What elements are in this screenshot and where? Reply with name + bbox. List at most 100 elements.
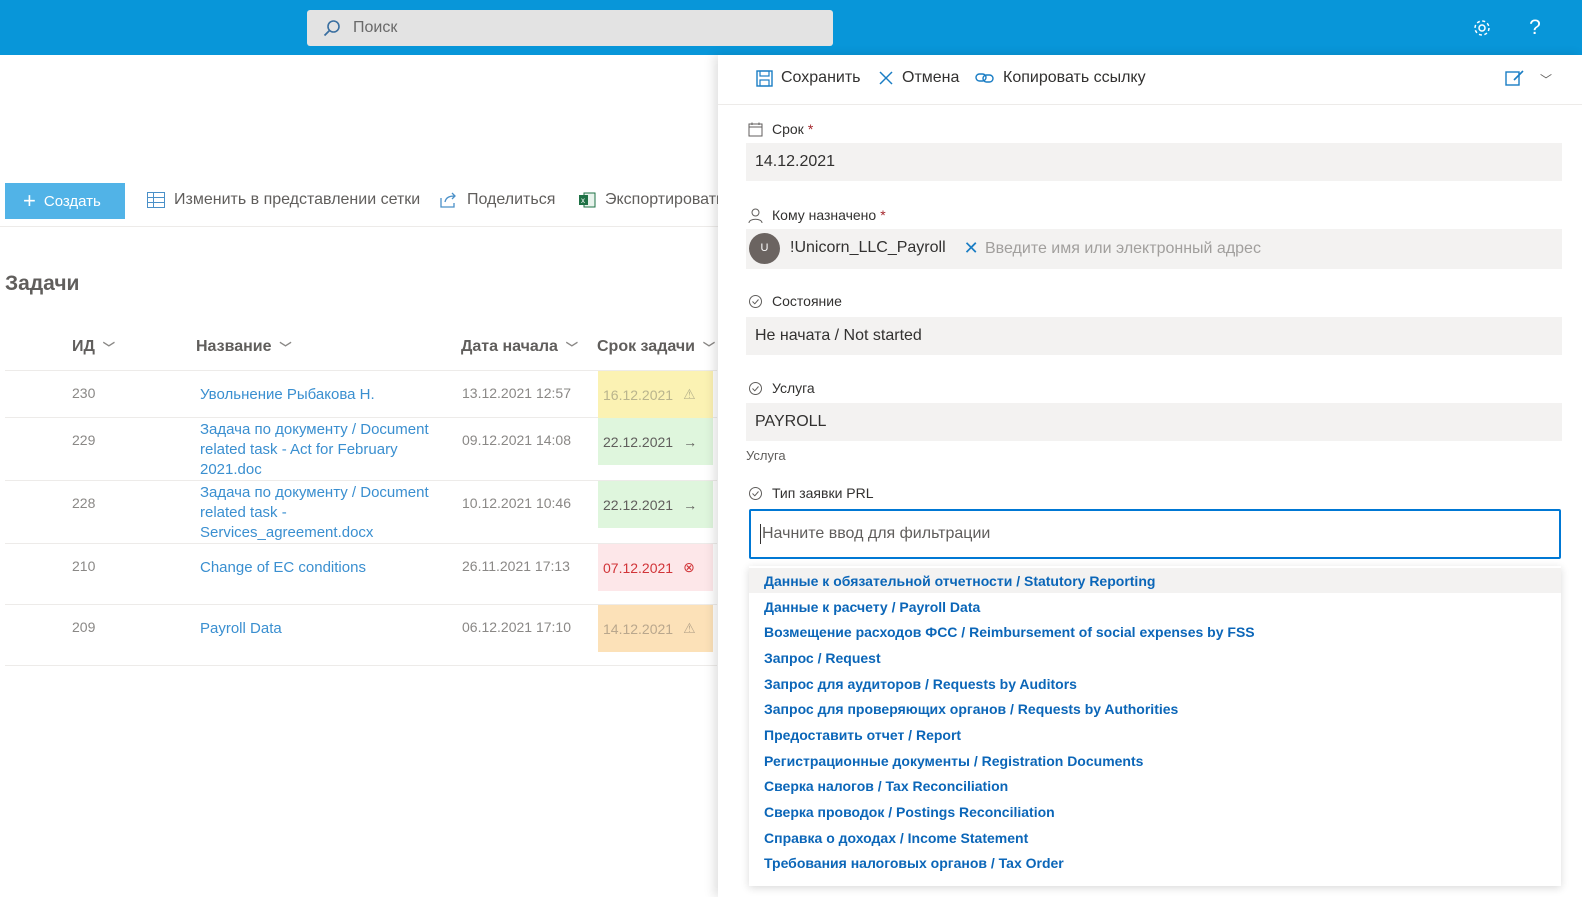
row-due-date: 22.12.2021 → xyxy=(598,481,713,528)
column-header-name[interactable]: Название ﹀ xyxy=(196,338,292,356)
arrow-right-icon: → xyxy=(683,433,698,450)
search-icon xyxy=(323,20,340,37)
grid-icon xyxy=(147,192,165,208)
status-field-label: Состояние xyxy=(748,293,842,309)
person-icon xyxy=(748,208,763,223)
request-type-label-text: Тип заявки PRL xyxy=(772,485,874,501)
excel-icon: x xyxy=(579,192,596,208)
row-id: 229 xyxy=(72,432,96,448)
save-label: Сохранить xyxy=(781,69,861,86)
table-row[interactable]: 209 Payroll Data 06.12.2021 17:10 14.12.… xyxy=(5,605,717,666)
dropdown-option[interactable]: Требования налоговых органов / Tax Order xyxy=(749,850,1561,875)
request-type-dropdown: Данные к обязательной отчетности / Statu… xyxy=(749,566,1561,886)
due-date-field[interactable]: 14.12.2021 xyxy=(746,143,1562,181)
column-header-start[interactable]: Дата начала ﹀ xyxy=(461,338,578,356)
assigned-persona[interactable]: U !Unicorn_LLC_Payroll ✕ xyxy=(749,231,979,265)
table-row[interactable]: 228 Задача по документу / Document relat… xyxy=(5,481,717,544)
row-id: 210 xyxy=(72,558,96,574)
gear-icon[interactable] xyxy=(1468,14,1496,42)
text-caret xyxy=(760,524,761,544)
service-field-label: Услуга xyxy=(748,380,815,396)
edit-panel: Сохранить Отмена Копировать ссылку ﹀ Сро… xyxy=(718,55,1582,897)
row-title-link[interactable]: Задача по документу / Document related t… xyxy=(200,483,440,543)
row-start-date: 26.11.2021 17:13 xyxy=(462,558,570,574)
row-due-value: 22.12.2021 xyxy=(603,433,674,450)
row-start-date: 06.12.2021 17:10 xyxy=(462,619,571,635)
row-due-value: 16.12.2021 xyxy=(603,386,674,403)
row-due-date: 16.12.2021 ⚠ xyxy=(598,371,713,418)
arrow-right-icon: → xyxy=(683,496,698,513)
dropdown-option[interactable]: Возмещение расходов ФСС / Reimbursement … xyxy=(749,619,1561,644)
dropdown-option[interactable]: Данные к расчету / Payroll Data xyxy=(749,594,1561,619)
persona-name: !Unicorn_LLC_Payroll xyxy=(790,239,946,256)
copy-link-button[interactable]: Копировать ссылку xyxy=(975,69,1146,87)
svg-text:x: x xyxy=(581,196,585,205)
export-label: Экспортировать xyxy=(605,191,725,208)
row-due-date: 22.12.2021 → xyxy=(598,418,713,465)
error-circle-icon: ⊗ xyxy=(683,559,695,575)
export-button[interactable]: x Экспортировать xyxy=(579,191,724,209)
status-field[interactable]: Не начата / Not started xyxy=(746,317,1562,355)
table-row[interactable]: 210 Change of EC conditions 26.11.2021 1… xyxy=(5,544,717,605)
table-row[interactable]: 229 Задача по документу / Document relat… xyxy=(5,418,717,481)
avatar: U xyxy=(749,232,780,264)
dropdown-option[interactable]: Запрос для проверяющих органов / Request… xyxy=(749,696,1561,721)
calendar-icon xyxy=(748,122,763,136)
search-placeholder: Поиск xyxy=(353,19,398,36)
assigned-field-label: Кому назначено * xyxy=(748,207,886,223)
row-start-date: 10.12.2021 10:46 xyxy=(462,495,571,511)
row-title-link[interactable]: Задача по документу / Document related t… xyxy=(200,420,440,480)
request-type-filter-input[interactable]: Начните ввод для фильтрации xyxy=(749,509,1561,559)
edit-form-button[interactable] xyxy=(1505,69,1533,87)
column-header-due[interactable]: Срок задачи ﹀ xyxy=(597,338,715,356)
dropdown-option[interactable]: Запрос для аудиторов / Requests by Audit… xyxy=(749,671,1561,696)
edit-grid-button[interactable]: Изменить в представлении сетки xyxy=(147,191,420,209)
share-label: Поделиться xyxy=(467,191,556,208)
dropdown-option[interactable]: Предоставить отчет / Report xyxy=(749,722,1561,747)
check-circle-icon xyxy=(749,381,762,395)
people-picker-input[interactable]: Введите имя или электронный адрес xyxy=(985,240,1261,258)
link-icon xyxy=(975,73,994,83)
top-bar: Поиск ? xyxy=(0,0,1582,55)
plus-icon: + xyxy=(23,188,36,213)
column-header-id[interactable]: ИД ﹀ xyxy=(72,338,115,356)
chevron-down-icon: ﹀ xyxy=(702,340,715,355)
dropdown-option[interactable]: Регистрационные документы / Registration… xyxy=(749,748,1561,773)
column-header-due-label: Срок задачи xyxy=(597,338,695,355)
create-button[interactable]: + Создать xyxy=(5,183,125,219)
list-command-bar: + Создать Изменить в представлении сетки… xyxy=(0,180,724,227)
copy-link-label: Копировать ссылку xyxy=(1003,69,1146,86)
share-button[interactable]: Поделиться xyxy=(440,191,555,209)
save-button[interactable]: Сохранить xyxy=(756,69,861,87)
due-field-label: Срок * xyxy=(748,121,813,137)
create-button-label: Создать xyxy=(43,192,101,210)
chevron-down-icon[interactable]: ﹀ xyxy=(1540,71,1552,88)
row-due-date: 07.12.2021 ⊗ xyxy=(598,544,713,591)
check-circle-icon xyxy=(749,486,762,500)
remove-person-icon[interactable]: ✕ xyxy=(964,238,979,259)
dropdown-option[interactable]: Данные к обязательной отчетности / Statu… xyxy=(749,568,1561,593)
chevron-down-icon: ﹀ xyxy=(565,340,578,355)
row-due-value: 07.12.2021 xyxy=(603,559,674,576)
service-field[interactable]: PAYROLL xyxy=(746,403,1562,441)
service-label-text: Услуга xyxy=(772,380,815,396)
search-box[interactable]: Поиск xyxy=(307,10,833,46)
row-title-link[interactable]: Увольнение Рыбакова Н. xyxy=(200,385,440,405)
row-due-value: 22.12.2021 xyxy=(603,496,674,513)
cancel-button[interactable]: Отмена xyxy=(878,69,959,87)
required-mark: * xyxy=(880,207,886,223)
dropdown-option[interactable]: Запрос / Request xyxy=(749,645,1561,670)
row-id: 230 xyxy=(72,385,96,401)
dropdown-option[interactable]: Сверка проводок / Postings Reconciliatio… xyxy=(749,799,1561,824)
row-title-link[interactable]: Payroll Data xyxy=(200,619,440,639)
dropdown-option[interactable]: Сверка налогов / Tax Reconciliation xyxy=(749,773,1561,798)
dropdown-option[interactable]: Справка о доходах / Income Statement xyxy=(749,825,1561,850)
chevron-down-icon: ﹀ xyxy=(279,340,292,355)
table-row[interactable]: 230 Увольнение Рыбакова Н. 13.12.2021 12… xyxy=(5,371,717,418)
share-icon xyxy=(440,192,456,208)
request-type-field-label: Тип заявки PRL xyxy=(748,485,874,501)
edit-form-icon xyxy=(1505,70,1524,86)
due-label-text: Срок xyxy=(772,121,804,137)
row-title-link[interactable]: Change of EC conditions xyxy=(200,558,440,578)
help-icon[interactable]: ? xyxy=(1521,14,1549,42)
